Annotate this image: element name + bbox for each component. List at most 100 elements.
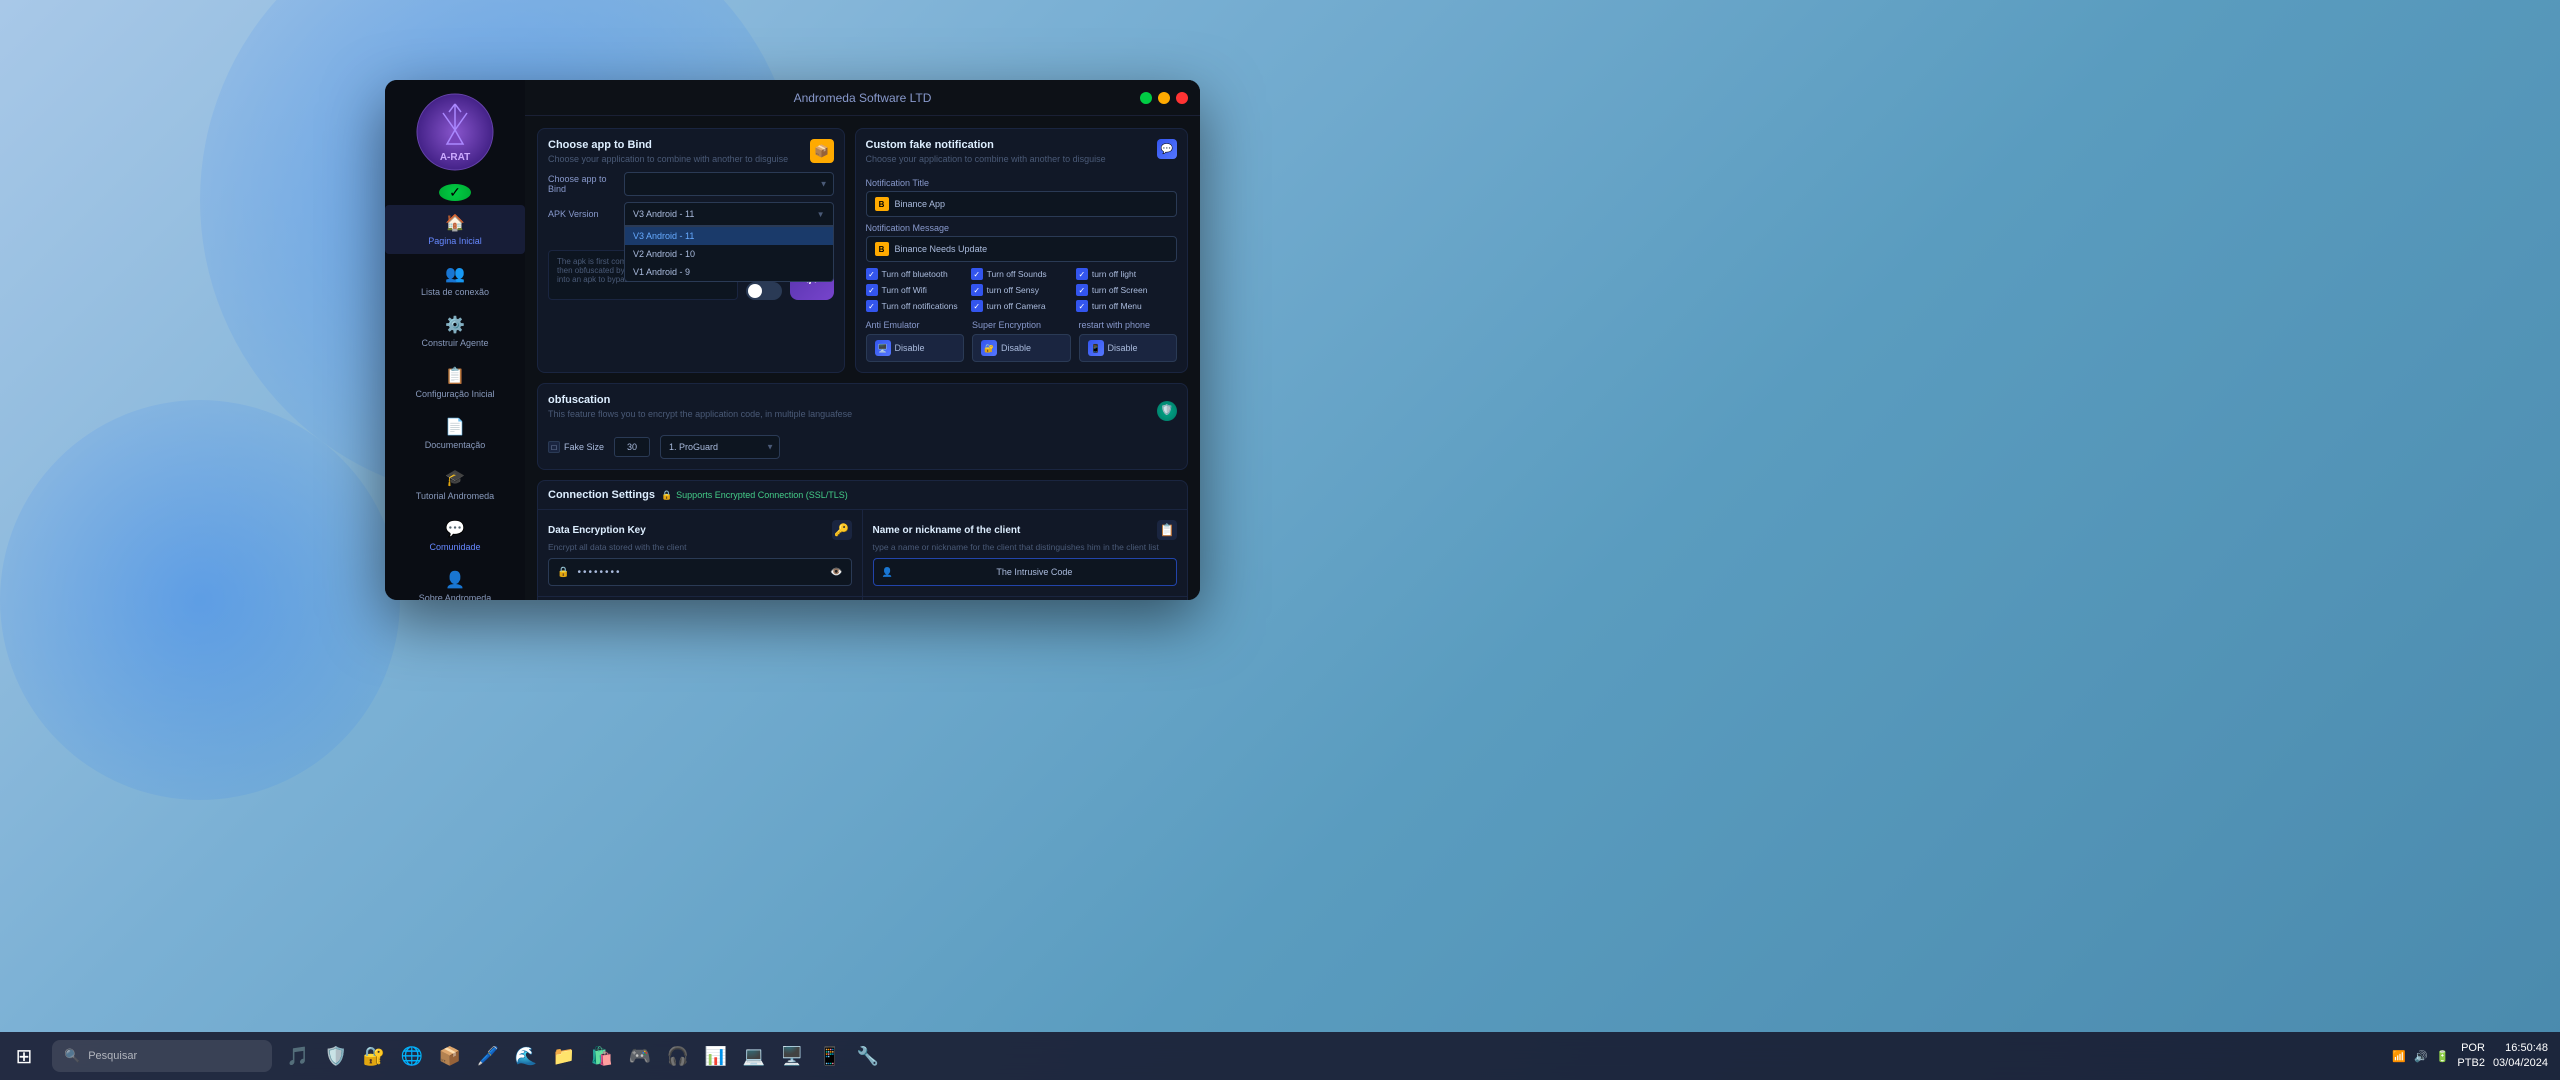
taskbar-app-3[interactable]: 🖊️ xyxy=(470,1038,506,1074)
sidebar-item-community[interactable]: 💬 Comunidade xyxy=(385,511,525,560)
bottom-controls-row: Anti Emulator 🖥️ Disable Super Encryptio… xyxy=(866,320,1177,362)
maximize-button[interactable] xyxy=(1158,92,1170,104)
sidebar-item-home[interactable]: 🏠 Pagina Inicial xyxy=(385,205,525,254)
client-name-title-row: Name or nickname of the client 📋 xyxy=(873,520,1178,540)
encryption-key-field[interactable]: 🔒 •••••••• 👁️ xyxy=(548,558,852,586)
sidebar-item-docs[interactable]: 📄 Documentação xyxy=(385,409,525,458)
client-name-field[interactable]: 👤 The Intrusive Code xyxy=(873,558,1178,586)
custom-notification-card: Custom fake notification Choose your app… xyxy=(855,128,1188,373)
apk-version-dropdown-area: V3 Android - 11 ▼ V3 Android - 11 V2 And… xyxy=(624,202,834,226)
check-light-box: ✓ xyxy=(1076,268,1088,280)
taskbar-app-files[interactable]: 📁 xyxy=(546,1038,582,1074)
sidebar-item-label-connections: Lista de conexão xyxy=(421,287,489,297)
fake-size-input[interactable] xyxy=(614,437,650,457)
ssl-badge: 🔒 Supports Encrypted Connection (SSL/TLS… xyxy=(661,490,848,501)
app-bind-select[interactable] xyxy=(624,172,834,196)
sidebar-item-config[interactable]: 📋 Configuração Inicial xyxy=(385,358,525,407)
taskbar-app-vpn[interactable]: 🔐 xyxy=(356,1038,392,1074)
obfuscation-method-wrapper: 1. ProGuard 2. DexGuard 3. Custom ▼ xyxy=(660,435,780,459)
taskbar-search-box[interactable]: 🔍 Pesquisar xyxy=(52,1040,272,1072)
taskbar-app-7[interactable]: 💻 xyxy=(736,1038,772,1074)
apk-option-v1[interactable]: V1 Android - 9 xyxy=(625,263,833,281)
binance-msg-icon: B xyxy=(875,242,889,256)
obfuscation-title: obfuscation xyxy=(548,394,852,406)
tutorial-icon: 🎓 xyxy=(445,468,465,488)
restart-phone-disable-btn[interactable]: 📱 Disable xyxy=(1079,334,1177,362)
check-light[interactable]: ✓ turn off light xyxy=(1076,268,1177,280)
check-sensy[interactable]: ✓ turn off Sensy xyxy=(971,284,1072,296)
title-bar: Andromeda Software LTD xyxy=(525,80,1200,116)
check-notifications-label: Turn off notifications xyxy=(882,301,958,311)
obfuscation-method-select[interactable]: 1. ProGuard 2. DexGuard 3. Custom xyxy=(660,435,780,459)
taskbar-app-9[interactable]: 📱 xyxy=(812,1038,848,1074)
sidebar-item-tutorial[interactable]: 🎓 Tutorial Andromeda xyxy=(385,460,525,509)
taskbar-app-10[interactable]: 🔧 xyxy=(850,1038,886,1074)
super-encryption-btn-label: Disable xyxy=(1001,343,1031,353)
check-menu[interactable]: ✓ turn off Menu xyxy=(1076,300,1177,312)
main-content: Andromeda Software LTD Choose app to Bin… xyxy=(525,80,1200,600)
anti-emulator-title: Anti Emulator xyxy=(866,320,964,330)
fake-size-checkbox[interactable]: □ xyxy=(548,441,560,453)
connection-grid: Data Encryption Key 🔑 Encrypt all data s… xyxy=(538,510,1187,600)
taskbar-app-store[interactable]: 🛍️ xyxy=(584,1038,620,1074)
notification-icon: 💬 xyxy=(1157,139,1177,159)
taskbar-app-8[interactable]: 🖥️ xyxy=(774,1038,810,1074)
sidebar-item-about[interactable]: 👤 Sobre Andromeda xyxy=(385,562,525,600)
taskbar-app-edge[interactable]: 🌊 xyxy=(508,1038,544,1074)
notif-message-input[interactable]: B Binance Needs Update xyxy=(866,236,1177,262)
taskbar-app-shield[interactable]: 🛡️ xyxy=(318,1038,354,1074)
check-sounds[interactable]: ✓ Turn off Sounds xyxy=(971,268,1072,280)
app-window: A-RAT ✓ 🏠 Pagina Inicial 👥 Lista de cone… xyxy=(385,80,1200,600)
app-version-cell: App Version 🔄 Choose a random version to… xyxy=(538,597,863,600)
check-bluetooth[interactable]: ✓ Turn off bluetooth xyxy=(866,268,967,280)
sidebar-item-agent[interactable]: ⚙️ Construir Agente xyxy=(385,307,525,356)
apk-option-v2[interactable]: V2 Android - 10 xyxy=(625,245,833,263)
apk-version-selector[interactable]: V3 Android - 11 ▼ xyxy=(624,202,834,226)
taskbar-app-4[interactable]: 🎮 xyxy=(622,1038,658,1074)
check-camera[interactable]: ✓ turn off Camera xyxy=(971,300,1072,312)
taskbar-date-value: 03/04/2024 xyxy=(2493,1056,2548,1071)
sidebar-item-label-config: Configuração Inicial xyxy=(415,389,494,399)
sidebar-item-label-tutorial: Tutorial Andromeda xyxy=(416,491,494,501)
taskbar-language: POR PTB2 xyxy=(2457,1041,2485,1072)
close-button[interactable] xyxy=(1176,92,1188,104)
eye-icon: 👁️ xyxy=(830,567,842,578)
restart-phone-title: restart with phone xyxy=(1079,320,1177,330)
lock-icon: 🔒 xyxy=(557,567,569,578)
encryption-key-cell: Data Encryption Key 🔑 Encrypt all data s… xyxy=(538,510,863,597)
check-wifi[interactable]: ✓ Turn off Wifi xyxy=(866,284,967,296)
app-toggle[interactable] xyxy=(746,282,782,300)
ssl-icon: 🔒 xyxy=(661,490,672,501)
taskbar-app-6[interactable]: 📊 xyxy=(698,1038,734,1074)
user-icon: 👤 xyxy=(882,567,893,578)
taskbar-app-chrome[interactable]: 🌐 xyxy=(394,1038,430,1074)
restart-phone-item: restart with phone 📱 Disable xyxy=(1079,320,1177,362)
notif-title-input[interactable]: B Binance App xyxy=(866,191,1177,217)
anti-emulator-disable-btn[interactable]: 🖥️ Disable xyxy=(866,334,964,362)
taskbar-app-5[interactable]: 🎧 xyxy=(660,1038,696,1074)
check-sensy-box: ✓ xyxy=(971,284,983,296)
taskbar-search-label: Pesquisar xyxy=(88,1050,137,1062)
minimize-button[interactable] xyxy=(1140,92,1152,104)
docs-icon: 📄 xyxy=(445,417,465,437)
apk-dropdown-arrow: ▼ xyxy=(817,210,825,219)
notif-message-label: Notification Message xyxy=(866,223,1177,233)
client-name-value: The Intrusive Code xyxy=(901,567,1168,577)
taskbar-tray: 📶 🔊 🔋 POR PTB2 16:50:48 03/04/2024 xyxy=(2392,1041,2548,1072)
top-sections: Choose app to Bind Choose your applicati… xyxy=(537,128,1188,373)
taskbar-app-2[interactable]: 📦 xyxy=(432,1038,468,1074)
start-button[interactable]: ⊞ xyxy=(0,1032,48,1080)
sidebar-item-connections[interactable]: 👥 Lista de conexão xyxy=(385,256,525,305)
check-bluetooth-label: Turn off bluetooth xyxy=(882,269,948,279)
check-notifications[interactable]: ✓ Turn off notifications xyxy=(866,300,967,312)
main-panel: Choose app to Bind Choose your applicati… xyxy=(525,116,1200,600)
super-encryption-disable-btn[interactable]: 🔐 Disable xyxy=(972,334,1071,362)
toggle-knob xyxy=(748,284,762,298)
apk-option-v3[interactable]: V3 Android - 11 xyxy=(625,227,833,245)
apk-version-selected: V3 Android - 11 xyxy=(633,209,817,219)
check-screen[interactable]: ✓ turn off Screen xyxy=(1076,284,1177,296)
taskbar-app-1[interactable]: 🎵 xyxy=(280,1038,316,1074)
connection-settings-title: Connection Settings xyxy=(548,489,655,501)
app-logo: A-RAT xyxy=(415,92,495,172)
fake-size-label: Fake Size xyxy=(564,442,604,452)
